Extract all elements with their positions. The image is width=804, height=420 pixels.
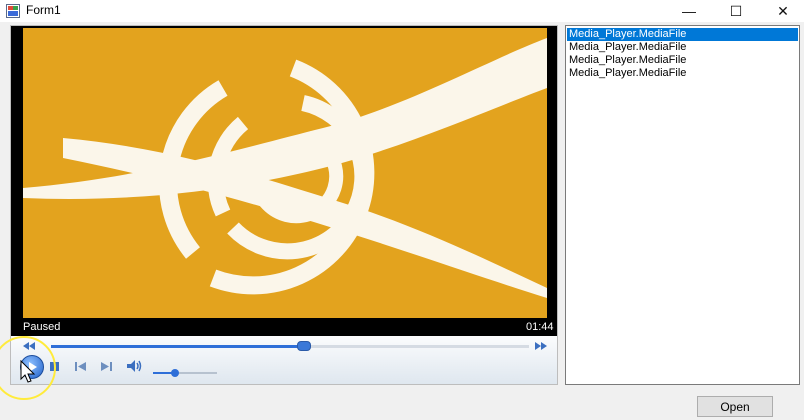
- close-button[interactable]: ✕: [760, 0, 804, 22]
- time-display: 01:44: [526, 321, 554, 333]
- seek-thumb[interactable]: [297, 341, 312, 351]
- media-player[interactable]: Paused 01:44: [10, 25, 558, 385]
- open-button[interactable]: Open: [697, 396, 773, 417]
- title-bar: Form1 — ☐ ✕: [0, 0, 804, 22]
- seek-fill: [51, 345, 305, 348]
- fast-forward-icon: [535, 342, 547, 350]
- status-text: Paused: [23, 321, 61, 333]
- volume-thumb[interactable]: [171, 369, 180, 377]
- video-area[interactable]: [11, 26, 557, 320]
- minimize-icon: —: [682, 3, 696, 19]
- volume-icon: [127, 360, 142, 372]
- list-item[interactable]: Media_Player.MediaFile: [567, 67, 798, 80]
- volume-slider[interactable]: [153, 369, 217, 377]
- mouse-cursor-icon: [20, 360, 36, 383]
- video-frame: [23, 28, 547, 318]
- maximize-icon: ☐: [729, 2, 743, 19]
- window-title: Form1: [26, 3, 61, 17]
- playlist-listbox[interactable]: Media_Player.MediaFile Media_Player.Medi…: [565, 25, 800, 385]
- next-button[interactable]: [99, 359, 113, 373]
- fast-forward-button[interactable]: [533, 340, 549, 352]
- previous-icon: [74, 361, 86, 371]
- minimize-button[interactable]: —: [666, 0, 712, 22]
- control-bar: [11, 336, 557, 384]
- app-icon: [6, 4, 20, 18]
- maximize-button[interactable]: ☐: [713, 0, 759, 22]
- list-item[interactable]: Media_Player.MediaFile: [567, 28, 798, 41]
- seek-bar[interactable]: [51, 341, 529, 351]
- list-item[interactable]: Media_Player.MediaFile: [567, 54, 798, 67]
- next-icon: [100, 361, 112, 371]
- list-item[interactable]: Media_Player.MediaFile: [567, 41, 798, 54]
- close-icon: ✕: [777, 2, 789, 19]
- status-bar: Paused 01:44: [11, 320, 557, 336]
- previous-button[interactable]: [73, 359, 87, 373]
- volume-button[interactable]: [126, 358, 144, 374]
